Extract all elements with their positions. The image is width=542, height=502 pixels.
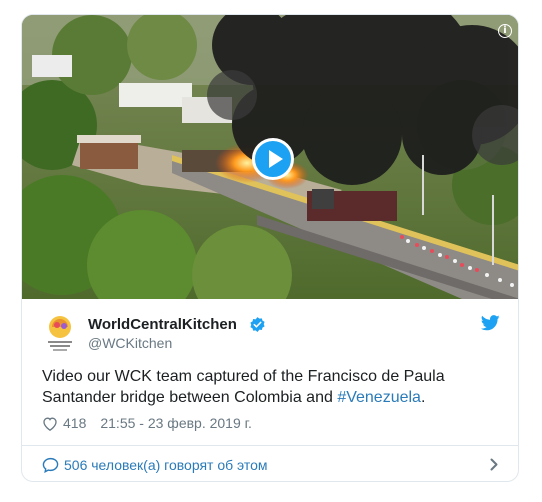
- heart-icon[interactable]: [42, 416, 58, 431]
- timestamp[interactable]: 21:55 - 23 февр. 2019 г.: [100, 415, 252, 431]
- twitter-bird-icon[interactable]: [481, 315, 500, 331]
- info-icon[interactable]: i: [498, 24, 512, 38]
- speech-bubble-icon: [42, 457, 59, 473]
- like-count[interactable]: 418: [63, 415, 86, 431]
- hashtag-link[interactable]: #Venezuela: [337, 389, 421, 406]
- tweet-meta: 418 21:55 - 23 февр. 2019 г.: [42, 415, 252, 431]
- people-talking-label: 506 человек(а) говорят об этом: [64, 456, 268, 473]
- play-button[interactable]: [252, 138, 294, 180]
- video-media[interactable]: i: [22, 15, 518, 299]
- tweet-text: Video our WCK team captured of the Franc…: [42, 366, 502, 408]
- tweet-card: i WorldCentralKitchen @WCKitchen Video o…: [21, 14, 519, 482]
- play-icon: [269, 150, 283, 168]
- avatar[interactable]: [44, 315, 76, 351]
- author-handle[interactable]: @WCKitchen: [88, 335, 172, 351]
- author-name[interactable]: WorldCentralKitchen: [88, 316, 237, 333]
- verified-badge-icon: [250, 317, 265, 332]
- tweet-text-end: .: [420, 389, 426, 406]
- conversation-link[interactable]: 506 человек(а) говорят об этом: [22, 445, 518, 481]
- tweet-header: WorldCentralKitchen @WCKitchen: [22, 299, 518, 359]
- chevron-right-icon: [490, 458, 498, 471]
